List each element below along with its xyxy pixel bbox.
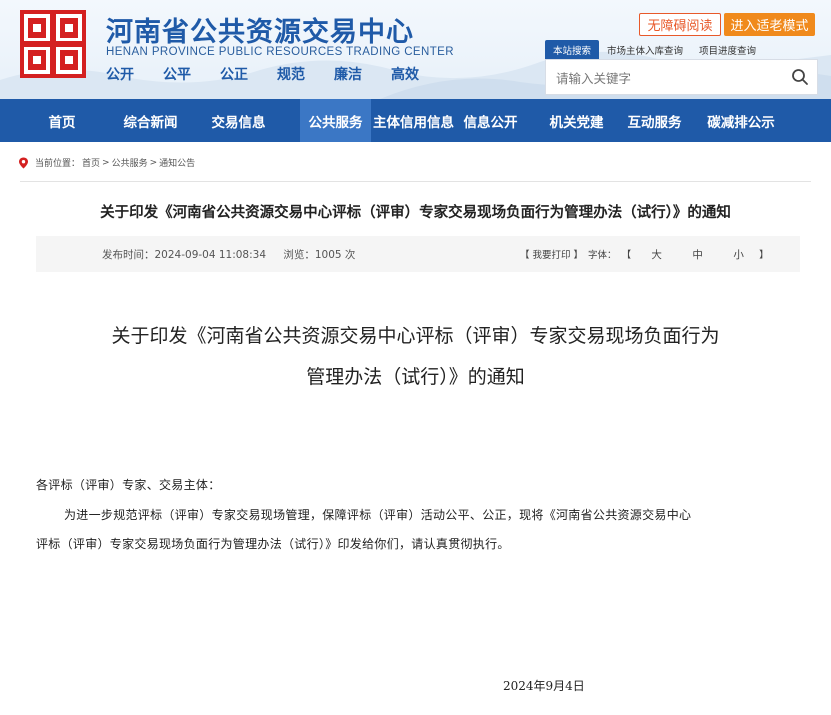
document-title-line-1: 关于印发《河南省公共资源交易中心评标（评审）专家交易现场负面行为 [111, 325, 720, 347]
slogan-item: 高效 [391, 67, 419, 83]
article-meta-bar: 发布时间：2024-09-04 11:08:34 浏览：1005 次 【 我要打… [36, 236, 800, 272]
document-date: 2024年9月4日 [503, 679, 585, 693]
article-tools: 【 我要打印 】 字体： 【 大 中 小 】 [520, 247, 774, 262]
bracket: 】 [759, 250, 769, 261]
nav-item-carbon-reduction[interactable]: 碳减排公示 [681, 99, 801, 142]
breadcrumb-separator: > [149, 157, 158, 168]
slogans: 公开 公平 公正 规范 廉洁 高效 [106, 64, 448, 84]
nav-item-home[interactable]: 首页 [0, 99, 124, 142]
breadcrumb-separator: > [102, 157, 110, 168]
site-title-english: HENAN PROVINCE PUBLIC RESOURCES TRADING … [106, 46, 454, 58]
print-button[interactable]: 【 我要打印 】 [520, 247, 583, 262]
tab-project-progress-query[interactable]: 项目进度查询 [691, 40, 764, 60]
slogan-item: 规范 [277, 67, 305, 83]
slogan-item: 公正 [220, 67, 248, 83]
nav-item-public-service[interactable]: 公共服务 [300, 99, 371, 142]
nav-item-interactive-service[interactable]: 互动服务 [628, 99, 682, 142]
article-title: 关于印发《河南省公共资源交易中心评标（评审）专家交易现场负面行为管理办法（试行）… [100, 205, 731, 221]
paragraph-line-2: 评标（评审）专家交易现场负面行为管理办法（试行）》印发给你们，请认真贯彻执行。 [36, 537, 510, 551]
view-count: 浏览：1005 次 [283, 249, 356, 261]
slogan-item: 廉洁 [334, 67, 362, 83]
search-input[interactable] [554, 67, 788, 89]
breadcrumb-notices[interactable]: 通知公告 [159, 156, 195, 169]
nav-item-trade-info[interactable]: 交易信息 [177, 99, 300, 142]
font-size-small[interactable]: 小 [718, 247, 759, 262]
accessibility-button[interactable]: 无障碍阅读 [639, 13, 721, 36]
paragraph-line-1: 为进一步规范评标（评审）专家交易现场管理，保障评标（评审）活动公平、公正，现将《… [64, 508, 692, 522]
main-nav: 首页 综合新闻 交易信息 公共服务 主体信用信息 信息公开 机关党建 互动服务 … [0, 99, 831, 142]
search-box [545, 59, 818, 95]
breadcrumb-label: 当前位置： [35, 159, 81, 169]
elderly-mode-button[interactable]: 进入适老模式 [724, 13, 815, 36]
search-icon[interactable] [791, 68, 809, 86]
font-size-label: 字体： [588, 250, 617, 261]
tab-site-search[interactable]: 本站搜索 [545, 40, 600, 60]
nav-item-party-building[interactable]: 机关党建 [525, 99, 628, 142]
salutation: 各评标（评审）专家、交易主体： [36, 478, 221, 492]
bracket: 【 [621, 250, 632, 261]
breadcrumb-home[interactable]: 首页 [82, 156, 100, 169]
font-size-medium[interactable]: 中 [677, 247, 718, 262]
slogan-item: 公开 [106, 67, 134, 83]
search-tabs: 本站搜索 市场主体入库查询 项目进度查询 [545, 40, 764, 60]
breadcrumb: 当前位置： 首页 > 公共服务 > 通知公告 [18, 156, 197, 169]
article-meta: 发布时间：2024-09-04 11:08:34 浏览：1005 次 [102, 247, 369, 262]
font-size-large[interactable]: 大 [636, 247, 677, 262]
nav-item-credit-info[interactable]: 主体信用信息 [371, 99, 456, 142]
location-pin-icon [19, 157, 28, 168]
slogan-item: 公平 [163, 67, 191, 83]
site-title: 河南省公共资源交易中心 [106, 17, 414, 48]
publish-time: 发布时间：2024-09-04 11:08:34 [102, 249, 267, 261]
logo-icon [20, 10, 86, 78]
site-header: 河南省公共资源交易中心 HENAN PROVINCE PUBLIC RESOUR… [0, 0, 831, 99]
nav-item-info-disclosure[interactable]: 信息公开 [456, 99, 525, 142]
divider [20, 181, 811, 182]
breadcrumb-public-service[interactable]: 公共服务 [112, 156, 148, 169]
nav-item-news[interactable]: 综合新闻 [124, 99, 178, 142]
tab-market-entity-query[interactable]: 市场主体入库查询 [599, 40, 691, 60]
document-title-line-2: 管理办法（试行）》的通知 [306, 366, 525, 388]
